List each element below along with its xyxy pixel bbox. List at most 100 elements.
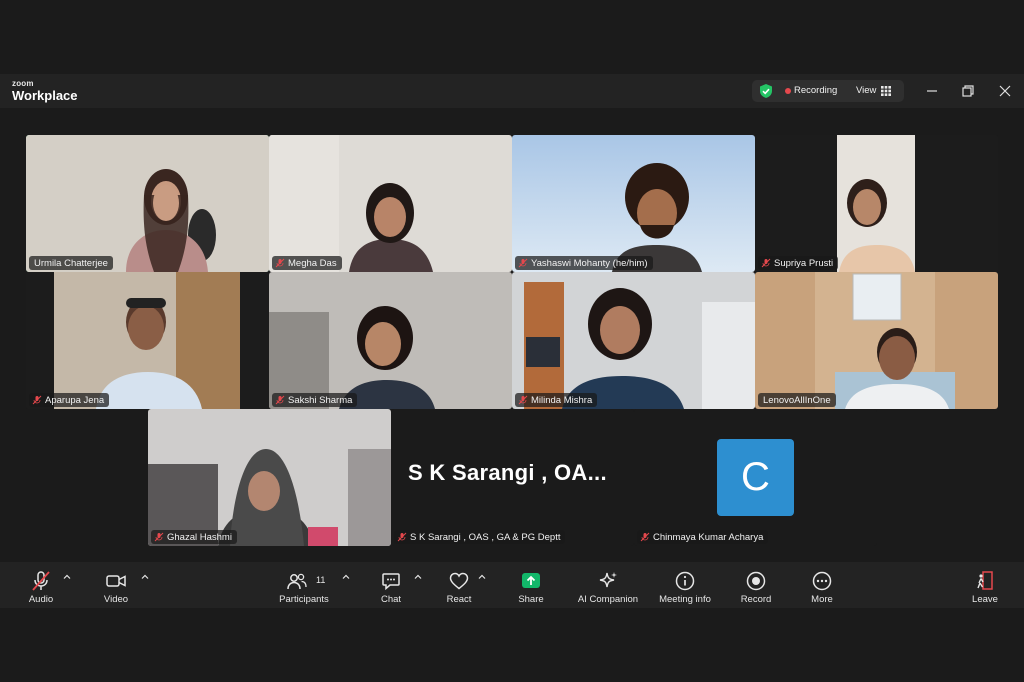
mic-muted-icon xyxy=(397,532,407,542)
mic-muted-icon xyxy=(154,532,164,542)
ai-companion-button[interactable]: AI Companion xyxy=(574,562,642,608)
view-button[interactable]: View xyxy=(856,85,876,96)
zoom-workplace-logo: zoom Workplace xyxy=(12,80,78,103)
participant-nameplate: Chinmaya Kumar Acharya xyxy=(637,530,769,544)
recording-label[interactable]: Recording xyxy=(794,85,837,96)
participant-name: S K Sarangi , OAS , GA & PG Deptt xyxy=(410,531,561,543)
participant-video xyxy=(755,272,998,409)
leave-label: Leave xyxy=(972,594,998,605)
participant-nameplate: S K Sarangi , OAS , GA & PG Deptt xyxy=(394,530,566,544)
more-button[interactable]: More xyxy=(806,562,838,608)
leave-button[interactable]: Leave xyxy=(968,562,1002,608)
chat-bubble-icon xyxy=(382,573,400,591)
react-label: React xyxy=(446,594,472,605)
video-tile[interactable]: Urmila Chatterjee xyxy=(26,135,269,272)
participant-video xyxy=(512,272,755,409)
avatar: C xyxy=(717,439,794,516)
participant-nameplate: LenovoAllInOne xyxy=(758,393,836,407)
record-icon xyxy=(746,571,766,591)
share-button[interactable]: Share xyxy=(514,562,548,608)
participant-nameplate: Ghazal Hashmi xyxy=(151,530,237,544)
bottom-background xyxy=(0,608,1024,682)
chat-options-caret-icon[interactable] xyxy=(413,572,423,582)
logo-workplace-text: Workplace xyxy=(12,88,78,103)
participants-label: Participants xyxy=(279,594,329,605)
audio-options-caret-icon[interactable] xyxy=(62,572,72,582)
mic-muted-icon xyxy=(32,571,50,591)
more-dots-icon xyxy=(812,571,832,591)
chat-button[interactable]: Chat xyxy=(376,562,406,608)
participant-video xyxy=(269,272,512,409)
participant-name: Chinmaya Kumar Acharya xyxy=(653,531,764,543)
participant-name: Milinda Mishra xyxy=(531,394,593,406)
video-label: Video xyxy=(103,594,129,605)
video-tile[interactable]: Milinda Mishra xyxy=(512,272,755,409)
video-tile[interactable]: Aparupa Jena xyxy=(26,272,269,409)
sparkle-icon xyxy=(599,572,617,588)
participant-video xyxy=(755,135,998,272)
video-tile[interactable]: Supriya Prusti xyxy=(755,135,998,272)
video-tile[interactable]: Yashaswi Mohanty (he/him) xyxy=(512,135,755,272)
participant-name: Sakshi Sharma xyxy=(288,394,353,406)
close-window-icon[interactable] xyxy=(995,81,1015,101)
participant-nameplate: Supriya Prusti xyxy=(758,256,839,270)
encryption-shield-icon[interactable] xyxy=(758,83,774,99)
participant-nameplate: Urmila Chatterjee xyxy=(29,256,113,270)
participants-count-badge: 11 xyxy=(316,575,326,585)
participants-button[interactable]: Participants xyxy=(274,562,334,608)
participant-name: Urmila Chatterjee xyxy=(34,257,108,269)
react-button[interactable]: React xyxy=(444,562,474,608)
participant-video xyxy=(26,272,269,409)
zoom-meeting-window: zoom Workplace Recording View Urmila Cha… xyxy=(0,0,1024,682)
leave-door-icon xyxy=(977,571,993,590)
participant-name: Supriya Prusti xyxy=(774,257,834,269)
participant-name: Ghazal Hashmi xyxy=(167,531,232,543)
grid-view-icon[interactable] xyxy=(881,86,891,96)
react-options-caret-icon[interactable] xyxy=(477,572,487,582)
audio-button[interactable]: Audio xyxy=(24,562,58,608)
video-tile[interactable]: Ghazal Hashmi xyxy=(148,409,391,546)
participant-nameplate: Yashaswi Mohanty (he/him) xyxy=(515,256,653,270)
restore-window-icon[interactable] xyxy=(958,81,978,101)
record-label: Record xyxy=(740,594,772,605)
participant-name: Yashaswi Mohanty (he/him) xyxy=(531,257,648,269)
share-screen-icon xyxy=(522,573,540,588)
mic-muted-icon xyxy=(32,395,42,405)
mic-muted-icon xyxy=(275,395,285,405)
record-button[interactable]: Record xyxy=(738,562,774,608)
recording-dot-icon xyxy=(785,88,791,94)
more-label: More xyxy=(811,594,833,605)
participant-video xyxy=(512,135,755,272)
participants-icon xyxy=(287,573,307,590)
mic-muted-icon xyxy=(640,532,650,542)
participant-video xyxy=(26,135,269,272)
heart-icon xyxy=(449,572,469,590)
minimize-window-icon[interactable] xyxy=(922,81,942,101)
mic-muted-icon xyxy=(518,258,528,268)
gallery-view: Urmila Chatterjee Megha Das Yashaswi Moh… xyxy=(0,108,1024,562)
video-off-display-name: S K Sarangi , OA... xyxy=(408,460,607,485)
participant-name: Megha Das xyxy=(288,257,337,269)
meeting-info-button[interactable]: Meeting info xyxy=(654,562,716,608)
mic-muted-icon xyxy=(518,395,528,405)
participant-name: LenovoAllInOne xyxy=(763,394,831,406)
meeting-toolbar: Audio Video Participants 11 Chat React S… xyxy=(0,562,1024,608)
participant-nameplate: Sakshi Sharma xyxy=(272,393,358,407)
mic-muted-icon xyxy=(761,258,771,268)
mic-muted-icon xyxy=(275,258,285,268)
meeting-info-label: Meeting info xyxy=(659,594,711,605)
video-tile[interactable]: LenovoAllInOne xyxy=(755,272,998,409)
meeting-status-pill: Recording View xyxy=(752,80,904,102)
participants-options-caret-icon[interactable] xyxy=(341,572,351,582)
video-tile[interactable]: Megha Das xyxy=(269,135,512,272)
video-camera-icon xyxy=(106,575,126,587)
video-tile[interactable]: Sakshi Sharma xyxy=(269,272,512,409)
chat-label: Chat xyxy=(380,594,402,605)
ai-companion-label: AI Companion xyxy=(577,594,639,605)
video-button[interactable]: Video xyxy=(99,562,133,608)
participant-name: Aparupa Jena xyxy=(45,394,105,406)
participant-video xyxy=(269,135,512,272)
title-bar: zoom Workplace Recording View xyxy=(0,74,1024,108)
participant-nameplate: Aparupa Jena xyxy=(29,393,110,407)
video-options-caret-icon[interactable] xyxy=(140,572,150,582)
